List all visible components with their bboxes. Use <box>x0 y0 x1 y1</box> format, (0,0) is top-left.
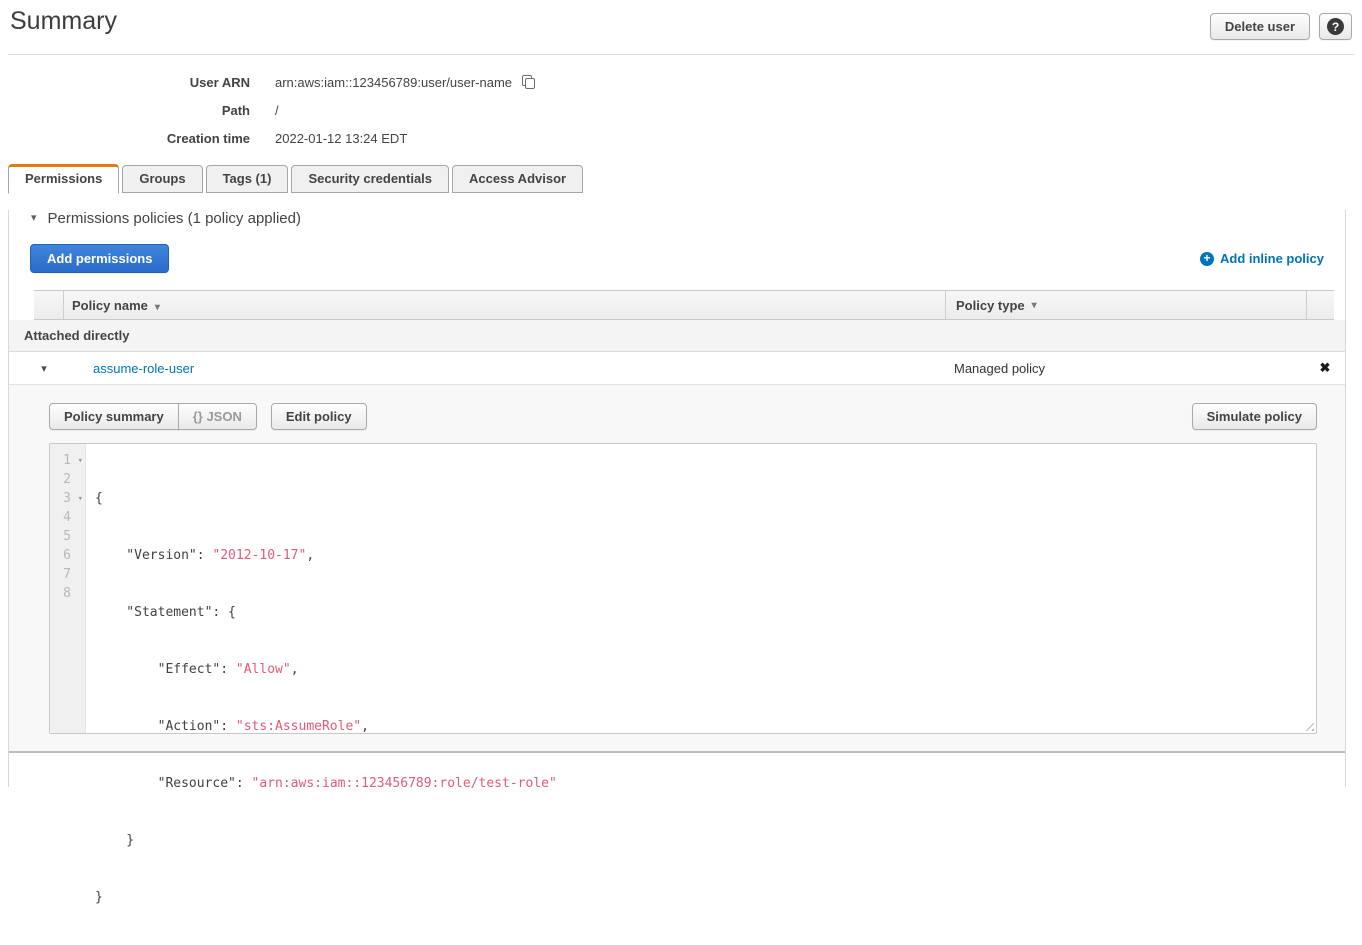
info-row-creation-time: Creation time 2022-01-12 13:24 EDT <box>0 124 1362 152</box>
tab-permissions[interactable]: Permissions <box>8 164 119 194</box>
simulate-policy-button[interactable]: Simulate policy <box>1192 403 1317 430</box>
policy-type-column-header[interactable]: Policy type▾ <box>945 291 1306 319</box>
section-collapse-icon: ▾ <box>31 213 37 224</box>
action-column-header <box>1306 291 1334 319</box>
tab-tags[interactable]: Tags (1) <box>206 165 289 193</box>
user-info-section: User ARN arn:aws:iam::123456789:user/use… <box>0 68 1362 152</box>
tab-groups[interactable]: Groups <box>122 165 202 193</box>
info-row-path: Path / <box>0 96 1362 124</box>
editor-gutter: 1▾ 2 3▾ 4 5 6 7 8 <box>50 444 86 733</box>
code-line: "Action": "sts:AssumeRole", <box>95 717 1316 736</box>
code-line: "Effect": "Allow", <box>95 660 1316 679</box>
help-button[interactable]: ? <box>1319 13 1352 40</box>
policy-table-row: ▾ assume-role-user Managed policy ✖ <box>9 352 1345 385</box>
path-label: Path <box>0 103 250 118</box>
code-fold-icon[interactable]: ▾ <box>78 490 83 509</box>
plus-icon: + <box>1200 252 1214 266</box>
policy-detail-buttons: Policy summary {} JSON Edit policy Simul… <box>49 403 1317 430</box>
user-arn-label: User ARN <box>0 75 250 90</box>
copy-icon[interactable] <box>522 75 536 89</box>
delete-user-button[interactable]: Delete user <box>1210 13 1310 40</box>
expander-column-header <box>34 291 64 319</box>
detach-policy-icon[interactable]: ✖ <box>1305 360 1345 376</box>
code-line: { <box>95 489 1316 508</box>
sort-caret-icon: ▾ <box>1032 300 1037 311</box>
permissions-policies-title: Permissions policies (1 policy applied) <box>48 210 301 227</box>
policy-name-link[interactable]: assume-role-user <box>93 361 194 376</box>
tab-access-advisor[interactable]: Access Advisor <box>452 165 583 193</box>
attached-directly-group-row: Attached directly <box>9 320 1345 352</box>
creation-time-value: 2022-01-12 13:24 EDT <box>275 131 407 146</box>
permissions-policies-section-toggle[interactable]: ▾ Permissions policies (1 policy applied… <box>31 210 1345 227</box>
code-line: "Version": "2012-10-17", <box>95 546 1316 565</box>
page-header: Summary Delete user ? <box>8 0 1354 55</box>
policy-detail-expanded-area: Policy summary {} JSON Edit policy Simul… <box>9 385 1345 753</box>
tab-security-credentials[interactable]: Security credentials <box>291 165 449 193</box>
policy-summary-button[interactable]: Policy summary <box>49 403 179 430</box>
code-fold-icon[interactable]: ▾ <box>78 452 83 471</box>
user-arn-value: arn:aws:iam::123456789:user/user-name <box>275 75 512 90</box>
editor-code-area[interactable]: { "Version": "2012-10-17", "Statement": … <box>86 444 1316 733</box>
header-actions: Delete user ? <box>1210 13 1352 40</box>
tab-bar: Permissions Groups Tags (1) Security cre… <box>8 163 1362 193</box>
creation-time-label: Creation time <box>0 131 250 146</box>
add-permissions-button[interactable]: Add permissions <box>30 244 169 273</box>
permissions-tab-panel: ▾ Permissions policies (1 policy applied… <box>8 210 1346 787</box>
row-expander-icon[interactable]: ▾ <box>9 362 79 375</box>
json-view-button[interactable]: {} JSON <box>178 403 257 430</box>
code-line: } <box>95 888 1316 907</box>
policies-toolbar: Add permissions + Add inline policy <box>30 244 1324 273</box>
help-icon: ? <box>1327 18 1344 35</box>
policy-name-column-header[interactable]: Policy name▾ <box>64 298 945 313</box>
policy-table-header: Policy name▾ Policy type▾ <box>34 290 1334 320</box>
code-line: } <box>95 831 1316 850</box>
policy-type-cell: Managed policy <box>944 361 1305 376</box>
policy-json-editor: 1▾ 2 3▾ 4 5 6 7 8 { "Version": "2012-10-… <box>49 443 1317 734</box>
policy-view-switch: Policy summary {} JSON <box>49 403 257 430</box>
edit-policy-button[interactable]: Edit policy <box>271 403 367 430</box>
sort-caret-icon: ▾ <box>155 302 160 313</box>
page-title: Summary <box>10 7 117 36</box>
info-row-user-arn: User ARN arn:aws:iam::123456789:user/use… <box>0 68 1362 96</box>
code-line: "Resource": "arn:aws:iam::123456789:role… <box>95 774 1316 793</box>
path-value: / <box>275 103 279 118</box>
add-inline-policy-link[interactable]: + Add inline policy <box>1200 251 1324 266</box>
code-line: "Statement": { <box>95 603 1316 622</box>
